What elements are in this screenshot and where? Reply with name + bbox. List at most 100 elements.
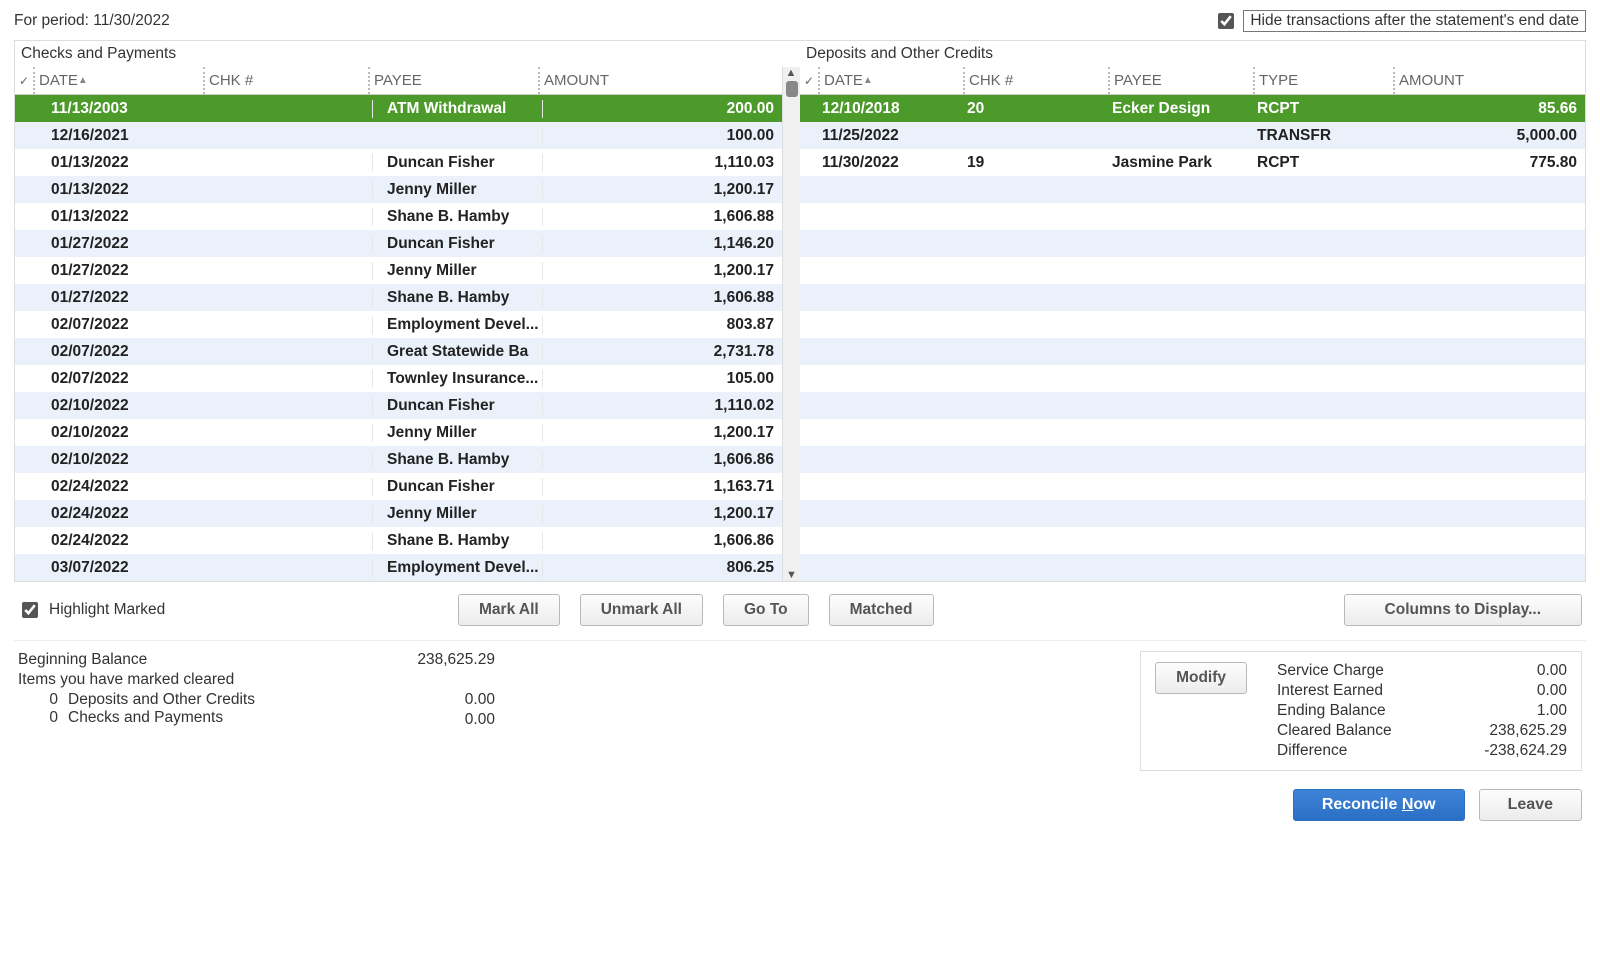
leave-button[interactable]: Leave (1479, 789, 1582, 821)
table-row[interactable]: 01/13/2022Duncan Fisher1,110.03 (15, 149, 782, 176)
table-row[interactable]: 03/07/2022Employment Devel...806.25 (15, 554, 782, 581)
table-row[interactable]: 11/13/2003ATM Withdrawal200.00 (15, 95, 782, 122)
table-row[interactable] (800, 203, 1585, 230)
table-row[interactable]: 01/13/2022Jenny Miller1,200.17 (15, 176, 782, 203)
payee-header[interactable]: PAYEE (368, 67, 538, 94)
scroll-up-icon[interactable]: ▲ (786, 67, 798, 79)
table-row[interactable]: 12/16/2021100.00 (15, 122, 782, 149)
table-row[interactable]: 01/27/2022Jenny Miller1,200.17 (15, 257, 782, 284)
table-row[interactable] (800, 527, 1585, 554)
table-row[interactable]: 11/30/202219Jasmine ParkRCPT775.80 (800, 149, 1585, 176)
deposits-rows[interactable]: 12/10/201820Ecker DesignRCPT85.6611/25/2… (800, 95, 1585, 581)
table-row[interactable]: 02/10/2022Shane B. Hamby1,606.86 (15, 446, 782, 473)
date-header[interactable]: DATE ▲ (33, 67, 203, 94)
summary-left: Beginning Balance Items you have marked … (18, 651, 495, 729)
row-amount: 1,200.17 (542, 505, 782, 523)
matched-button[interactable]: Matched (829, 594, 934, 626)
chknum-header[interactable]: CHK # (203, 67, 368, 94)
table-row[interactable]: 11/25/2022TRANSFR5,000.00 (800, 122, 1585, 149)
row-date: 01/13/2022 (37, 181, 207, 199)
mark-all-button[interactable]: Mark All (458, 594, 560, 626)
table-row[interactable]: 02/24/2022Shane B. Hamby1,606.86 (15, 527, 782, 554)
cleared-header: Items you have marked cleared (18, 671, 255, 689)
row-payee: Townley Insurance... (372, 370, 542, 388)
hide-transactions-option[interactable]: Hide transactions after the statement's … (1214, 10, 1586, 32)
table-row[interactable]: 12/10/201820Ecker DesignRCPT85.66 (800, 95, 1585, 122)
deposits-header: ✓ DATE ▲ CHK # PAYEE TYPE AMOUNT (800, 67, 1585, 95)
hide-transactions-checkbox[interactable] (1218, 13, 1234, 29)
columns-button[interactable]: Columns to Display... (1344, 594, 1582, 626)
table-row[interactable]: 02/07/2022Employment Devel...803.87 (15, 311, 782, 338)
check-col-icon[interactable]: ✓ (15, 67, 33, 94)
table-row[interactable] (800, 392, 1585, 419)
row-date: 11/30/2022 (818, 154, 963, 172)
row-date: 02/24/2022 (37, 505, 207, 523)
table-row[interactable]: 01/27/2022Duncan Fisher1,146.20 (15, 230, 782, 257)
date-header[interactable]: DATE ▲ (818, 67, 963, 94)
row-payee: Jenny Miller (372, 424, 542, 442)
table-row[interactable]: 02/10/2022Duncan Fisher1,110.02 (15, 392, 782, 419)
row-date: 02/07/2022 (37, 343, 207, 361)
table-row[interactable] (800, 284, 1585, 311)
row-amount: 1,200.17 (542, 181, 782, 199)
interest-earned-label: Interest Earned (1277, 682, 1447, 700)
highlight-marked-checkbox[interactable] (22, 602, 38, 618)
checks-rows[interactable]: 11/13/2003ATM Withdrawal200.0012/16/2021… (15, 95, 782, 581)
table-row[interactable]: 02/24/2022Jenny Miller1,200.17 (15, 500, 782, 527)
table-row[interactable]: 01/27/2022Shane B. Hamby1,606.88 (15, 284, 782, 311)
row-amount: 105.00 (542, 370, 782, 388)
table-row[interactable]: 01/13/2022Shane B. Hamby1,606.88 (15, 203, 782, 230)
table-row[interactable] (800, 230, 1585, 257)
table-row[interactable] (800, 176, 1585, 203)
checks-scrollbar[interactable]: ▲ ▼ (782, 67, 800, 581)
row-amount: 806.25 (542, 559, 782, 577)
amount-header[interactable]: AMOUNT (538, 67, 782, 94)
row-date: 11/25/2022 (818, 127, 963, 145)
table-row[interactable] (800, 338, 1585, 365)
amount-header[interactable]: AMOUNT (1393, 67, 1585, 94)
row-payee: ATM Withdrawal (372, 100, 542, 118)
row-amount: 803.87 (542, 316, 782, 334)
checks-header: ✓ DATE ▲ CHK # PAYEE AMOUNT (15, 67, 782, 95)
table-row[interactable] (800, 554, 1585, 581)
row-amount: 1,200.17 (542, 262, 782, 280)
row-date: 01/13/2022 (37, 154, 207, 172)
row-payee: Shane B. Hamby (372, 208, 542, 226)
row-chk: 19 (963, 154, 1108, 172)
goto-button[interactable]: Go To (723, 594, 809, 626)
row-type: RCPT (1253, 154, 1393, 172)
table-row[interactable]: 02/07/2022Great Statewide Ba2,731.78 (15, 338, 782, 365)
unmark-all-button[interactable]: Unmark All (580, 594, 703, 626)
row-payee: Duncan Fisher (372, 235, 542, 253)
check-col-icon[interactable]: ✓ (800, 67, 818, 94)
modify-button[interactable]: Modify (1155, 662, 1247, 694)
table-row[interactable]: 02/24/2022Duncan Fisher1,163.71 (15, 473, 782, 500)
scroll-thumb[interactable] (786, 81, 798, 97)
service-charge-label: Service Charge (1277, 662, 1447, 680)
scroll-down-icon[interactable]: ▼ (786, 569, 797, 581)
table-row[interactable] (800, 311, 1585, 338)
table-row[interactable] (800, 446, 1585, 473)
row-date: 03/07/2022 (37, 559, 207, 577)
chknum-header[interactable]: CHK # (963, 67, 1108, 94)
row-payee: Ecker Design (1108, 100, 1253, 118)
table-row[interactable]: 02/07/2022Townley Insurance...105.00 (15, 365, 782, 392)
checks-count: 0 (18, 709, 58, 727)
table-row[interactable] (800, 419, 1585, 446)
row-date: 02/07/2022 (37, 316, 207, 334)
row-payee: Shane B. Hamby (372, 451, 542, 469)
beginning-balance-label: Beginning Balance (18, 651, 255, 669)
row-amount: 1,163.71 (542, 478, 782, 496)
table-row[interactable] (800, 257, 1585, 284)
type-header[interactable]: TYPE (1253, 67, 1393, 94)
highlight-marked-option[interactable]: Highlight Marked (18, 599, 438, 621)
difference-label: Difference (1277, 742, 1447, 760)
row-amount: 5,000.00 (1393, 127, 1585, 145)
ending-balance-label: Ending Balance (1277, 702, 1447, 720)
payee-header[interactable]: PAYEE (1108, 67, 1253, 94)
reconcile-now-button[interactable]: Reconcile Now (1293, 789, 1465, 821)
table-row[interactable]: 02/10/2022Jenny Miller1,200.17 (15, 419, 782, 446)
table-row[interactable] (800, 500, 1585, 527)
table-row[interactable] (800, 473, 1585, 500)
table-row[interactable] (800, 365, 1585, 392)
